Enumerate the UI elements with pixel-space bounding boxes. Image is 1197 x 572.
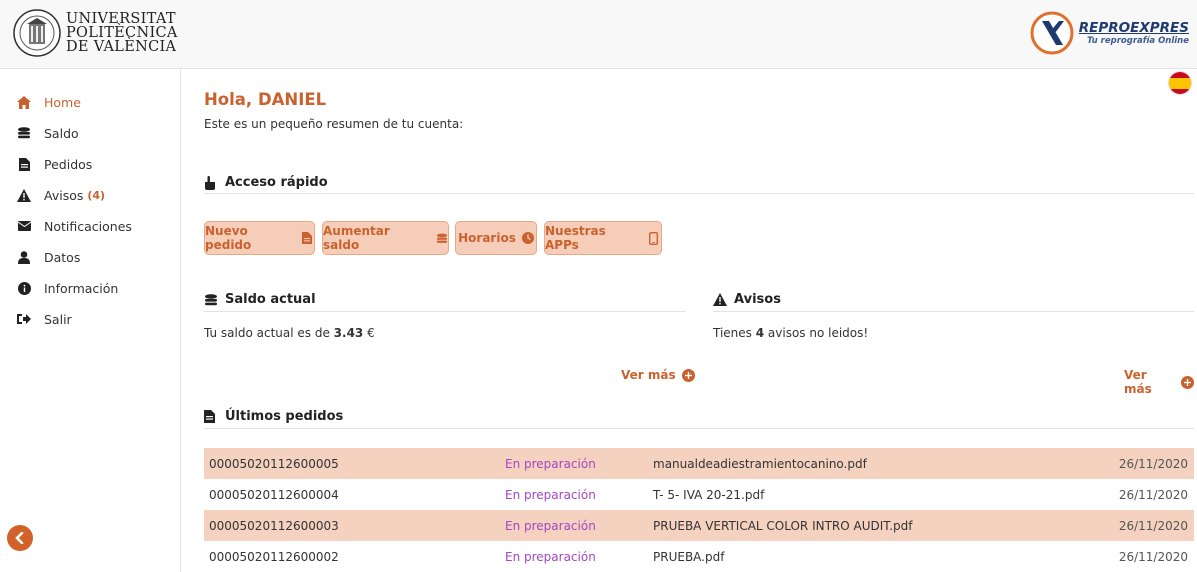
quick-access-title-text: Acceso rápido [225, 175, 328, 190]
sidebar: Home Saldo Pedidos Avisos (4) Notificaci… [0, 69, 181, 572]
account-summary-text: Este es un pequeño resumen de tu cuenta: [204, 117, 464, 131]
notices-text-suffix: avisos no leidos! [764, 326, 869, 340]
order-status: En preparación [505, 487, 596, 502]
order-date: 26/11/2020 [1118, 487, 1188, 502]
sidebar-item-label: Notificaciones [44, 218, 132, 234]
order-status: En preparación [505, 456, 596, 471]
sidebar-item-label: Avisos [44, 187, 84, 203]
info-icon [16, 280, 32, 296]
sidebar-item-informacion[interactable]: Información [16, 278, 118, 298]
quick-access-title: Acceso rápido [204, 175, 328, 190]
divider [204, 311, 686, 312]
notices-text-prefix: Tienes [713, 326, 756, 340]
notices-see-more-link[interactable]: Ver más [1124, 368, 1194, 396]
sidebar-item-label: Salir [44, 311, 72, 327]
order-id: 00005020112600005 [209, 456, 339, 471]
warning-icon [16, 187, 32, 203]
table-row[interactable]: 00005020112600003 En preparación PRUEBA … [204, 510, 1194, 541]
sidebar-item-label: Pedidos [44, 156, 93, 172]
order-file: T- 5- IVA 20-21.pdf [653, 487, 765, 502]
balance-currency: € [363, 326, 375, 340]
latest-orders-title: Últimos pedidos [204, 409, 343, 424]
increase-balance-button[interactable]: Aumentar saldo [322, 221, 449, 255]
order-date: 26/11/2020 [1118, 518, 1188, 533]
sidebar-item-datos[interactable]: Datos [16, 247, 80, 267]
balance-see-more-link[interactable]: Ver más [621, 368, 695, 382]
new-order-button-label: Nuevo pedido [205, 224, 252, 252]
envelope-icon [16, 218, 32, 234]
avisos-count-badge: (4) [87, 188, 106, 202]
balance-text: Tu saldo actual es de 3.43 € [204, 326, 375, 340]
divider [204, 193, 1194, 194]
sidebar-item-label: Saldo [44, 125, 79, 141]
divider [204, 428, 1194, 429]
sidebar-item-avisos[interactable]: Avisos (4) [16, 185, 105, 205]
order-status: En preparación [505, 518, 596, 533]
university-seal-icon [13, 9, 61, 57]
warning-icon [713, 292, 728, 307]
user-icon [16, 249, 32, 265]
file-icon [16, 156, 32, 172]
chevron-left-icon [15, 532, 24, 544]
sign-out-icon [16, 311, 32, 327]
university-name-line-2: POLITÈCNICA [66, 25, 178, 41]
notices-title: Avisos [713, 292, 781, 307]
order-date: 26/11/2020 [1118, 456, 1188, 471]
order-file: PRUEBA VERTICAL COLOR INTRO AUDIT.pdf [653, 518, 913, 533]
divider [713, 311, 1194, 312]
schedules-button[interactable]: Horarios [455, 221, 537, 255]
our-apps-button-label: Nuestras APPs [545, 224, 606, 252]
sidebar-item-notificaciones[interactable]: Notificaciones [16, 216, 132, 236]
table-row[interactable]: 00005020112600002 En preparación PRUEBA.… [204, 541, 1194, 572]
balance-text-prefix: Tu saldo actual es de [204, 326, 334, 340]
notices-text: Tienes 4 avisos no leidos! [713, 326, 868, 340]
order-status: En preparación [505, 549, 596, 564]
mobile-icon [649, 231, 661, 245]
sidebar-item-label: Home [44, 94, 81, 110]
schedules-button-label: Horarios [458, 231, 516, 245]
notices-title-text: Avisos [734, 292, 781, 307]
clock-icon [521, 232, 534, 244]
greeting-heading: Hola, DANIEL [204, 90, 327, 109]
increase-balance-button-label: Aumentar saldo [323, 224, 390, 252]
university-name-line-3: DE VALÈNCIA [66, 39, 177, 55]
table-row[interactable]: 00005020112600005 En preparación manuald… [204, 448, 1194, 479]
sidebar-item-home[interactable]: Home [16, 92, 81, 112]
plus-circle-icon [1181, 375, 1194, 389]
sidebar-item-saldo[interactable]: Saldo [16, 123, 79, 143]
order-id: 00005020112600003 [209, 518, 339, 533]
university-name: UNIVERSITAT POLITÈCNICA DE VALÈNCIA [66, 11, 178, 55]
upv-logo[interactable]: UNIVERSITAT POLITÈCNICA DE VALÈNCIA [12, 8, 178, 58]
our-apps-button[interactable]: Nuestras APPs [544, 221, 662, 255]
order-file: manualdeadiestramientocanino.pdf [653, 456, 867, 471]
new-order-button[interactable]: Nuevo pedido [204, 221, 315, 255]
coins-icon [16, 125, 32, 141]
plus-circle-icon [681, 368, 695, 382]
table-row[interactable]: 00005020112600004 En preparación T- 5- I… [204, 479, 1194, 510]
order-id: 00005020112600002 [209, 549, 339, 564]
order-date: 26/11/2020 [1118, 549, 1188, 564]
balance-amount: 3.43 [333, 326, 364, 340]
latest-orders-title-text: Últimos pedidos [225, 409, 344, 424]
sidebar-item-pedidos[interactable]: Pedidos [16, 154, 92, 174]
sidebar-item-salir[interactable]: Salir [16, 309, 72, 329]
pointer-hand-icon [204, 175, 219, 190]
coins-icon [204, 292, 219, 307]
home-icon [16, 94, 32, 110]
balance-title: Saldo actual [204, 292, 316, 307]
see-more-label: Ver más [1124, 368, 1152, 396]
sidebar-item-label: Datos [44, 249, 81, 265]
notices-count: 4 [755, 326, 765, 340]
balance-title-text: Saldo actual [225, 292, 316, 307]
main-content: Hola, DANIEL Este es un pequeño resumen … [204, 0, 1194, 572]
file-icon [302, 232, 314, 244]
collapse-sidebar-button[interactable] [7, 525, 33, 551]
coins-icon [436, 232, 448, 244]
order-file: PRUEBA.pdf [653, 549, 725, 564]
order-id: 00005020112600004 [209, 487, 339, 502]
university-name-line-1: UNIVERSITAT [66, 11, 176, 27]
sidebar-item-label: Información [44, 280, 119, 296]
see-more-label: Ver más [621, 368, 676, 382]
file-icon [204, 409, 219, 424]
